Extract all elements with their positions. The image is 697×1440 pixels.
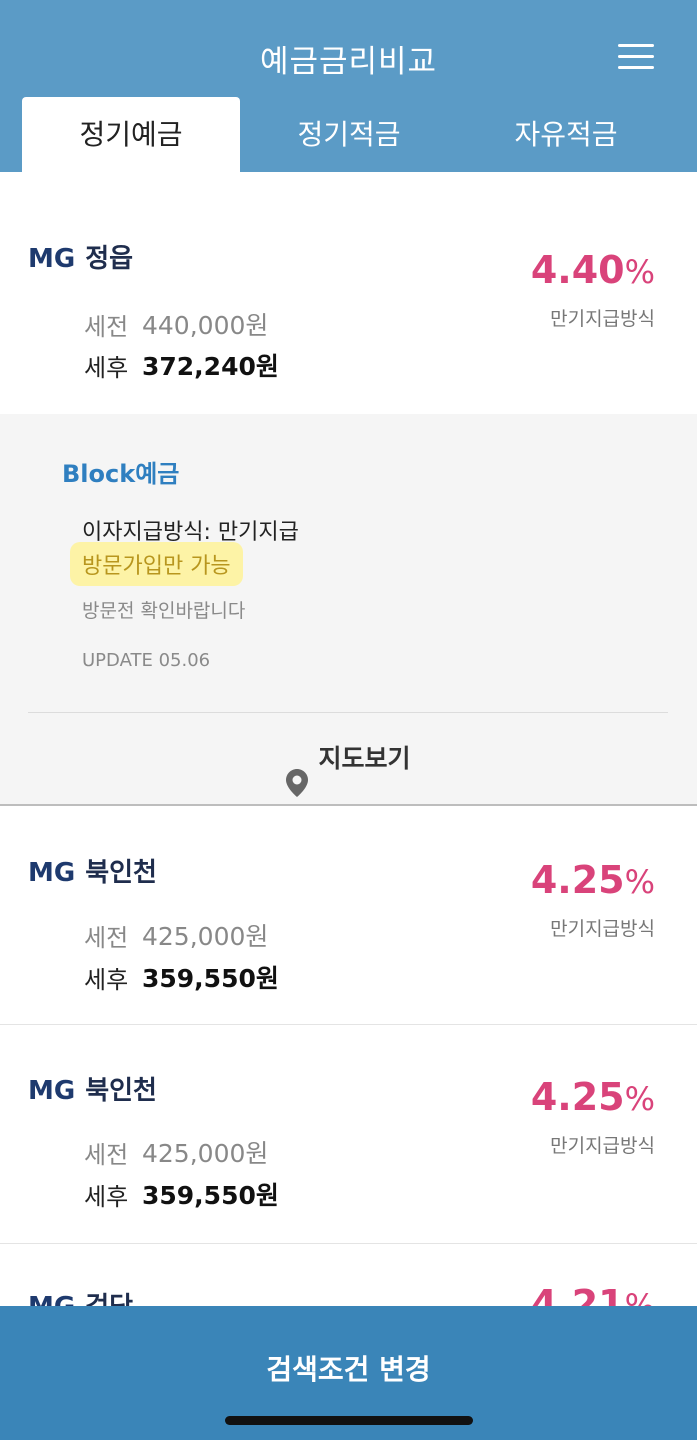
bank-name: MG 북인천 — [28, 1070, 157, 1107]
aftertax-label: 세후 — [84, 354, 129, 382]
bank-card[interactable]: MG 북인천 세전 425,000원 세후 359,550원 4.25% 만기지급… — [0, 806, 697, 1025]
rate-unit: % — [624, 1080, 655, 1118]
pretax-value: 440,000원 — [142, 311, 269, 340]
tab-installment-savings[interactable]: 정기적금 — [240, 97, 458, 172]
view-map-button[interactable]: 지도보기 — [0, 714, 697, 804]
bank-brand: MG — [28, 858, 76, 888]
interest-rate: 4.21% — [531, 1282, 655, 1306]
bank-name: MG 검단 — [28, 1286, 133, 1306]
product-detail: Block예금 이자지급방식: 만기지급 방문가입만 가능 방문전 확인바랍니다… — [0, 414, 697, 806]
location-pin-icon — [286, 744, 309, 797]
aftertax-value: 359,550원 — [142, 1181, 279, 1210]
interest-rate: 4.40% — [531, 248, 655, 292]
payment-method: 만기지급방식 — [550, 308, 655, 330]
rate-value: 4.21 — [530, 1282, 625, 1306]
pretax-value: 425,000원 — [142, 1139, 269, 1168]
interest-rate: 4.25% — [531, 858, 655, 902]
change-search-label: 검색조건 변경 — [266, 1353, 431, 1386]
header: 예금금리비교 정기예금 정기적금 자유적금 — [0, 0, 697, 172]
change-search-button[interactable]: 검색조건 변경 — [0, 1306, 697, 1440]
aftertax-value: 359,550원 — [142, 964, 279, 993]
visit-note: 방문전 확인바랍니다 — [82, 600, 246, 622]
page-title: 예금금리비교 — [259, 44, 438, 80]
interest-rate: 4.25% — [531, 1075, 655, 1119]
bank-brand: MG — [28, 244, 76, 274]
tab-fixed-deposit[interactable]: 정기예금 — [22, 97, 240, 172]
bank-name: MG 북인천 — [28, 852, 157, 889]
hamburger-menu-icon[interactable] — [616, 42, 658, 74]
bank-brand: MG — [28, 1292, 75, 1306]
bank-card[interactable]: MG 북인천 세전 425,000원 세후 359,550원 4.25% 만기지급… — [0, 1025, 697, 1244]
payment-method: 만기지급방식 — [550, 918, 655, 940]
result-list: MG 정읍 세전 440,000원 세후 372,240원 4.40% 만기지급방… — [0, 172, 697, 1306]
bank-branch: 정읍 — [85, 244, 134, 274]
divider — [28, 712, 668, 713]
payment-method: 만기지급방식 — [550, 1135, 655, 1157]
home-indicator — [225, 1416, 473, 1425]
rate-unit: % — [624, 863, 655, 901]
update-date: UPDATE 05.06 — [82, 650, 211, 671]
tab-free-savings[interactable]: 자유적금 — [457, 97, 675, 172]
visit-only-notice: 방문가입만 가능 — [70, 542, 243, 586]
bank-branch: 검단 — [85, 1292, 133, 1306]
bank-brand: MG — [28, 1076, 76, 1106]
pretax-value: 425,000원 — [142, 922, 269, 951]
rate-value: 4.25 — [530, 1075, 625, 1119]
bank-name: MG 정읍 — [28, 238, 133, 275]
rate-unit: % — [624, 1287, 655, 1306]
bank-branch: 북인천 — [85, 858, 157, 888]
pretax-label: 세전 — [84, 313, 129, 341]
rate-value: 4.40 — [530, 248, 625, 292]
view-map-label: 지도보기 — [318, 744, 411, 773]
menu-line — [618, 55, 654, 58]
aftertax-label: 세후 — [84, 966, 129, 994]
menu-line — [618, 66, 654, 69]
pretax-label: 세전 — [84, 924, 129, 952]
bank-card[interactable]: MG 검단 4.21% — [0, 1244, 697, 1306]
menu-line — [618, 44, 654, 47]
product-name: Block예금 — [62, 460, 180, 488]
bank-branch: 북인천 — [85, 1076, 157, 1106]
tab-bar: 정기예금 정기적금 자유적금 — [0, 97, 697, 172]
aftertax-value: 372,240원 — [142, 352, 279, 381]
pretax-label: 세전 — [84, 1141, 129, 1169]
rate-unit: % — [624, 253, 655, 291]
aftertax-label: 세후 — [84, 1183, 129, 1211]
rate-value: 4.25 — [530, 858, 625, 902]
bank-card[interactable]: MG 정읍 세전 440,000원 세후 372,240원 4.40% 만기지급방… — [0, 172, 697, 414]
